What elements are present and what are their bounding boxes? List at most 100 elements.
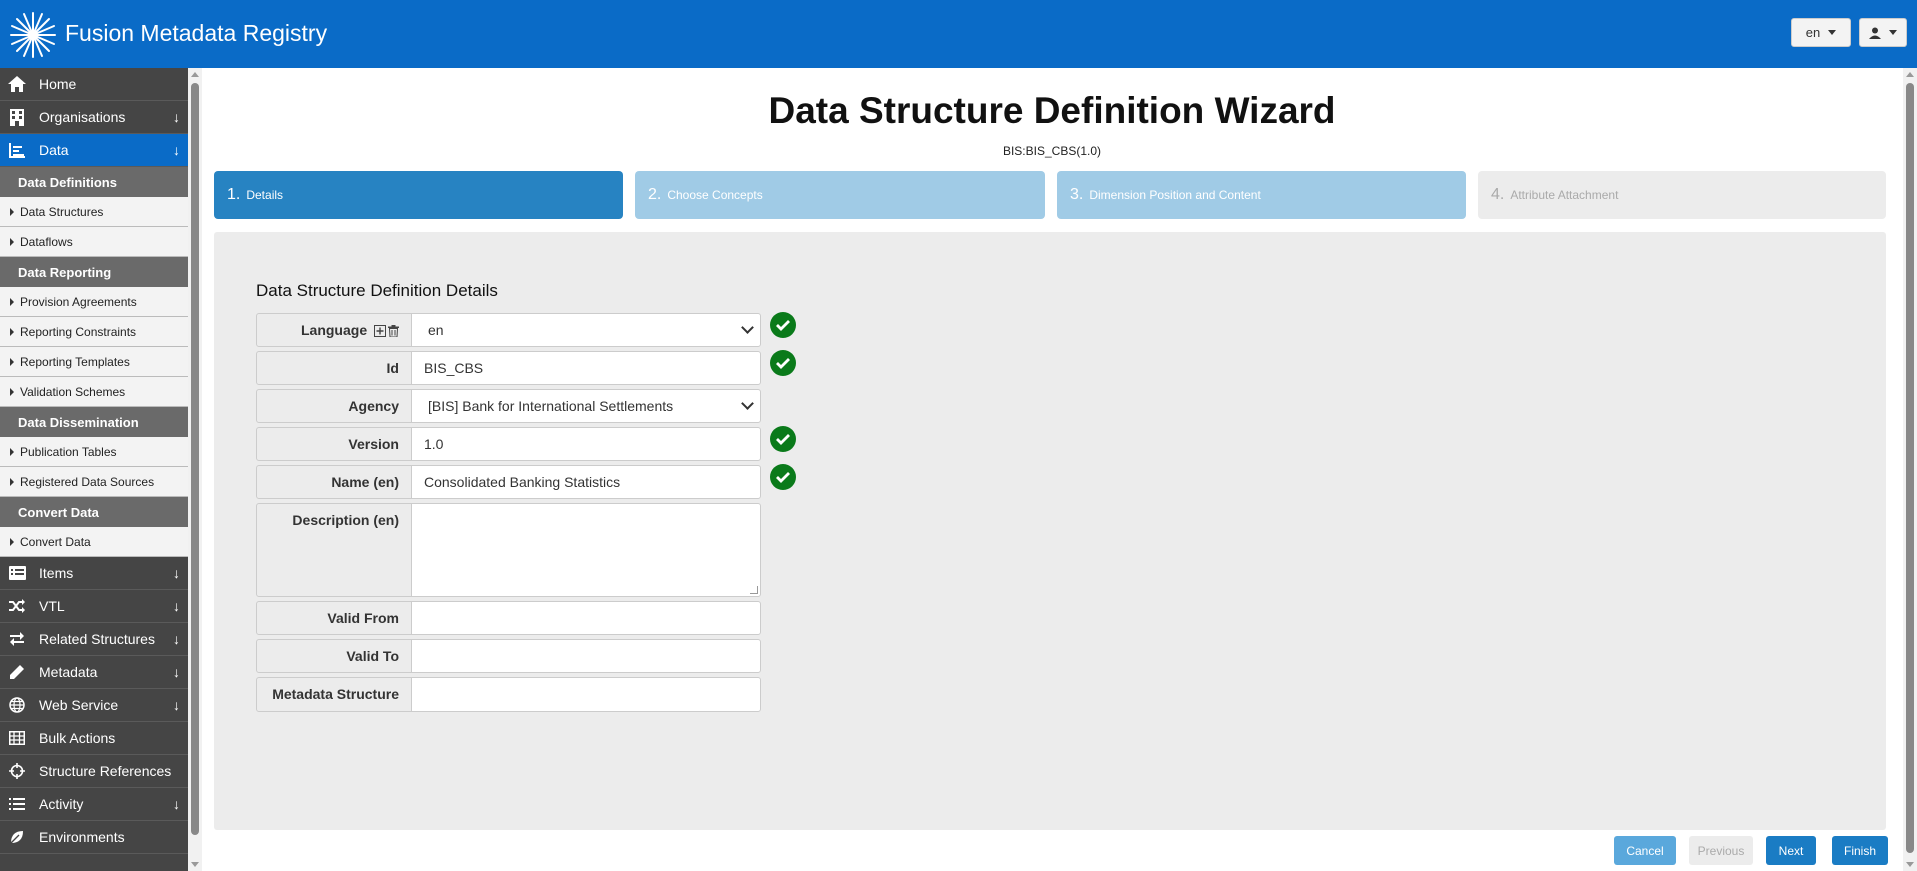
exchange-icon	[7, 629, 27, 649]
sidebar-group-heading: Data Reporting	[0, 257, 188, 287]
arrow-down-icon: ↓	[173, 565, 180, 581]
scroll-down-icon[interactable]	[1906, 862, 1914, 867]
version-field[interactable]: 1.0	[411, 427, 761, 461]
sidebar-item-home[interactable]: Home	[0, 68, 188, 101]
sidebar-subitem-convert-data[interactable]: Convert Data	[0, 527, 188, 557]
wizard-step-dimension-position[interactable]: 3. Dimension Position and Content	[1057, 171, 1466, 219]
sidebar-item-bulk-actions[interactable]: Bulk Actions	[0, 722, 188, 755]
add-language-icon[interactable]	[374, 325, 386, 338]
sidebar-subitem-dataflows[interactable]: Dataflows	[0, 227, 188, 257]
sidebar-item-label: Web Service	[39, 697, 119, 713]
sidebar-group-heading: Data Dissemination	[0, 407, 188, 437]
description-label: Description (en)	[256, 503, 412, 597]
scroll-down-icon[interactable]	[191, 862, 199, 867]
sidebar-subitem-provision-agreements[interactable]: Provision Agreements	[0, 287, 188, 317]
home-icon	[7, 74, 27, 94]
arrow-down-icon: ↓	[173, 598, 180, 614]
step-label: Attribute Attachment	[1510, 188, 1619, 202]
sidebar-subitem-data-structures[interactable]: Data Structures	[0, 197, 188, 227]
page-title: Data Structure Definition Wizard	[768, 90, 1336, 131]
sidebar-item-activity[interactable]: Activity ↓	[0, 788, 188, 821]
main-scrollbar-thumb[interactable]	[1906, 83, 1914, 853]
metadata-structure-field[interactable]	[411, 677, 761, 712]
metadata-structure-row: Metadata Structure	[256, 677, 761, 712]
sidebar-item-metadata[interactable]: Metadata ↓	[0, 656, 188, 689]
building-icon	[7, 107, 27, 127]
valid-check-icon	[770, 426, 796, 452]
step-label: Dimension Position and Content	[1089, 188, 1261, 202]
sidebar-item-related-structures[interactable]: Related Structures ↓	[0, 623, 188, 656]
arrow-down-icon: ↓	[173, 697, 180, 713]
sidebar-item-label: Environments	[39, 829, 125, 845]
agency-select[interactable]: [BIS] Bank for International Settlements	[411, 389, 761, 423]
sidebar-subitem-registered-data-sources[interactable]: Registered Data Sources	[0, 467, 188, 497]
scroll-up-icon[interactable]	[191, 72, 199, 77]
wizard-step-details[interactable]: 1. Details	[214, 171, 623, 219]
valid-from-field[interactable]	[411, 601, 761, 635]
id-field[interactable]: BIS_CBS	[411, 351, 761, 385]
id-label: Id	[256, 351, 412, 385]
name-field[interactable]: Consolidated Banking Statistics	[411, 465, 761, 499]
app-title: Fusion Metadata Registry	[65, 20, 328, 46]
user-menu-button[interactable]	[1859, 18, 1907, 47]
sidebar-group-heading: Data Definitions	[0, 167, 188, 197]
section-title: Data Structure Definition Details	[256, 281, 498, 300]
sidebar-item-organisations[interactable]: Organisations ↓	[0, 101, 188, 134]
caret-down-icon	[1889, 30, 1897, 35]
sidebar-item-web-service[interactable]: Web Service ↓	[0, 689, 188, 722]
sidebar-item-label: VTL	[39, 598, 65, 614]
main-scrollbar[interactable]	[1903, 68, 1917, 871]
sidebar-scrollbar[interactable]	[188, 68, 202, 871]
sidebar-subitem-publication-tables[interactable]: Publication Tables	[0, 437, 188, 467]
sidebar-subitem-reporting-constraints[interactable]: Reporting Constraints	[0, 317, 188, 347]
sidebar-item-environments[interactable]: Environments	[0, 821, 188, 854]
version-label: Version	[256, 427, 412, 461]
step-number: 4.	[1491, 186, 1505, 203]
list-icon	[7, 794, 27, 814]
agency-label: Agency	[256, 389, 412, 423]
previous-button: Previous	[1689, 836, 1753, 865]
language-row: Language en	[256, 313, 761, 347]
valid-to-field[interactable]	[411, 639, 761, 673]
valid-check-icon	[770, 350, 796, 376]
delete-language-icon[interactable]	[388, 325, 399, 338]
arrow-down-icon: ↓	[173, 142, 180, 158]
sidebar-item-data[interactable]: Data ↓	[0, 134, 188, 167]
valid-check-icon	[770, 312, 796, 338]
sidebar-subitem-validation-schemes[interactable]: Validation Schemes	[0, 377, 188, 407]
sidebar-item-label: Activity	[39, 796, 84, 812]
cancel-button[interactable]: Cancel	[1614, 836, 1676, 865]
finish-button[interactable]: Finish	[1832, 836, 1888, 865]
table-icon	[7, 728, 27, 748]
metadata-structure-label: Metadata Structure	[256, 677, 412, 712]
resize-grip-icon[interactable]	[750, 586, 758, 594]
name-label: Name (en)	[256, 465, 412, 499]
sidebar-item-label: Bulk Actions	[39, 730, 116, 746]
sidebar-scrollbar-thumb[interactable]	[191, 83, 199, 835]
language-dropdown[interactable]: en	[1791, 18, 1851, 47]
sidebar-item-label: Metadata	[39, 664, 98, 680]
leaf-icon	[7, 827, 27, 847]
language-label-text: Language	[300, 322, 368, 338]
scroll-up-icon[interactable]	[1906, 72, 1914, 77]
wizard-step-choose-concepts[interactable]: 2. Choose Concepts	[635, 171, 1045, 219]
sidebar-item-label: Related Structures	[39, 631, 155, 647]
sidebar-item-structure-references[interactable]: Structure References	[0, 755, 188, 788]
valid-to-label: Valid To	[256, 639, 412, 673]
sidebar-item-vtl[interactable]: VTL ↓	[0, 590, 188, 623]
valid-to-row: Valid To	[256, 639, 761, 673]
user-icon	[1869, 27, 1881, 39]
sidebar-item-label: Organisations	[39, 109, 126, 125]
sidebar-item-label: Data	[39, 142, 69, 158]
language-select[interactable]: en	[411, 313, 761, 347]
description-textarea[interactable]	[411, 503, 761, 597]
language-dropdown-label: en	[1805, 25, 1821, 40]
sidebar: Home Organisations ↓ Data ↓ Data Definit…	[0, 68, 188, 871]
next-button[interactable]: Next	[1766, 836, 1816, 865]
valid-from-label: Valid From	[256, 601, 412, 635]
list-icon	[7, 563, 27, 583]
language-label: Language	[256, 313, 412, 347]
sidebar-subitem-reporting-templates[interactable]: Reporting Templates	[0, 347, 188, 377]
sidebar-item-items[interactable]: Items ↓	[0, 557, 188, 590]
arrow-down-icon: ↓	[173, 631, 180, 647]
